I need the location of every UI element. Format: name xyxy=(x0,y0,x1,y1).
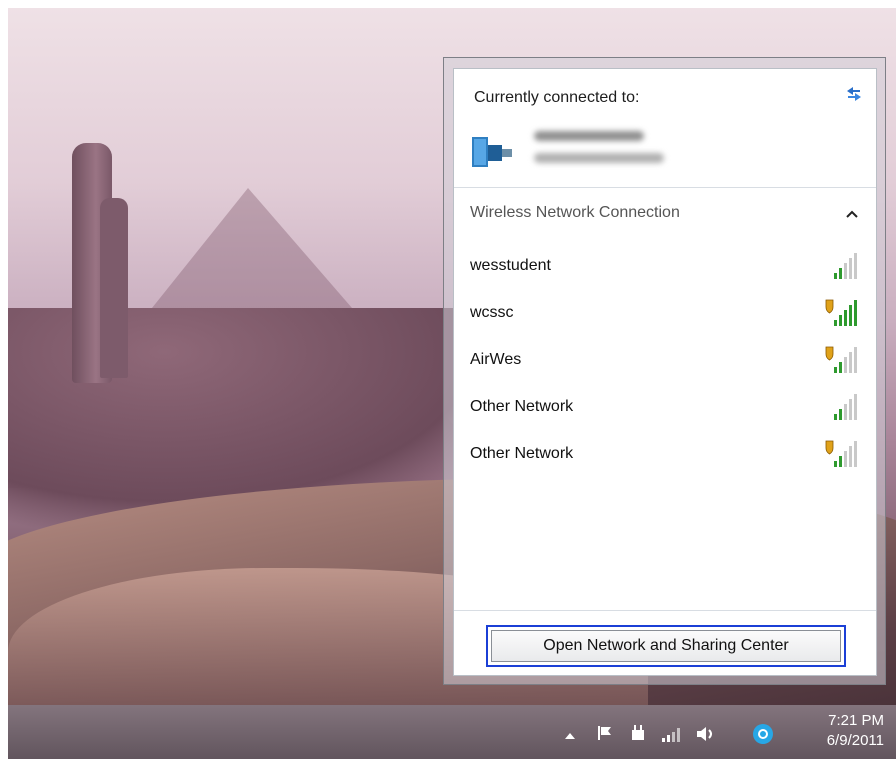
app-tray-icon[interactable] xyxy=(752,723,774,749)
secured-wifi-signal-icon xyxy=(825,346,857,373)
refresh-icon[interactable] xyxy=(844,85,864,106)
network-signal-icon[interactable] xyxy=(661,726,683,746)
network-name: Other Network xyxy=(470,398,574,415)
wifi-signal-icon xyxy=(834,394,857,420)
network-list-item[interactable]: wcssc xyxy=(454,292,876,336)
wireless-section-heading: Wireless Network Connection xyxy=(470,204,680,221)
power-plug-icon[interactable] xyxy=(629,724,647,746)
divider xyxy=(454,187,876,188)
action-center-flag-icon[interactable] xyxy=(597,725,615,745)
security-shield-icon xyxy=(825,440,834,455)
wifi-signal-icon xyxy=(834,253,857,279)
network-list-item[interactable]: Other Network xyxy=(454,386,876,430)
divider xyxy=(454,610,876,611)
clock-date: 6/9/2011 xyxy=(826,732,884,749)
network-name: Other Network xyxy=(470,445,574,462)
collapse-chevron-icon[interactable] xyxy=(846,207,858,221)
security-shield-icon xyxy=(825,299,834,314)
taskbar-clock[interactable]: 7:21 PM 6/9/2011 xyxy=(827,711,884,751)
connected-network-status-blurred xyxy=(534,153,664,163)
secured-wifi-signal-icon xyxy=(825,299,857,326)
network-connection-icon xyxy=(470,131,514,171)
security-shield-icon xyxy=(825,346,834,361)
secured-wifi-signal-icon xyxy=(825,440,857,467)
network-list-item[interactable]: AirWes xyxy=(454,339,876,383)
network-name: wesstudent xyxy=(470,257,551,274)
open-network-sharing-center-button[interactable]: Open Network and Sharing Center xyxy=(486,625,846,667)
connected-network-name-blurred xyxy=(534,131,644,141)
open-network-sharing-center-label: Open Network and Sharing Center xyxy=(491,630,841,662)
show-hidden-icons-arrow[interactable] xyxy=(565,728,575,744)
network-list-item[interactable]: Other Network xyxy=(454,433,876,477)
network-name: wcssc xyxy=(470,304,514,321)
currently-connected-heading: Currently connected to: xyxy=(474,89,640,106)
network-name: AirWes xyxy=(470,351,522,368)
clock-time: 7:21 PM xyxy=(828,712,884,729)
network-list-item[interactable]: wesstudent xyxy=(454,245,876,289)
volume-icon[interactable] xyxy=(695,725,717,747)
network-flyout: Currently connected to: Wireless Network… xyxy=(453,68,877,676)
wallpaper-spire-2 xyxy=(100,198,128,378)
